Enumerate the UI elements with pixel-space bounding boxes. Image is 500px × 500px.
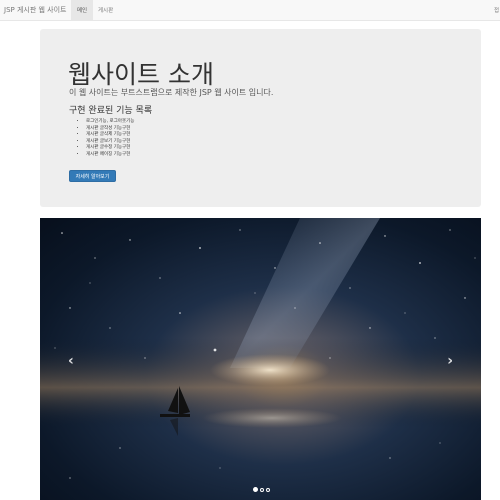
list-item: 게시판 글삭제 기능구현: [86, 132, 134, 139]
image-carousel[interactable]: ‹ ›: [40, 218, 481, 500]
chevron-left-icon[interactable]: ‹: [68, 353, 74, 369]
feature-list: 로그인기능, 로그아웃기능 게시판 글작성 기능구현 게시판 글삭제 기능구현 …: [86, 119, 134, 158]
carousel-indicator[interactable]: [253, 487, 258, 492]
night-sky-sailboat-image: [40, 218, 481, 479]
jumbotron: 웹사이트 소개 이 웹 사이트는 부트스트랩으로 제작한 JSP 웹 사이트 입…: [40, 29, 481, 207]
navbar-brand[interactable]: JSP 게시판 웹 사이트: [4, 5, 66, 15]
features-heading: 구현 완료된 기능 목록: [69, 106, 153, 116]
carousel-indicators: [253, 487, 270, 492]
list-item: 게시판 페이징 기능구현: [86, 152, 134, 159]
carousel-indicator[interactable]: [266, 487, 270, 492]
learn-more-button[interactable]: 자세히 알아보기: [69, 170, 116, 182]
carousel-indicator[interactable]: [260, 487, 264, 492]
nav-item-main[interactable]: 메인: [71, 0, 93, 20]
chevron-right-icon[interactable]: ›: [447, 353, 453, 369]
page-title: 웹사이트 소개: [68, 60, 214, 89]
list-item: 게시판 글수정 기능구현: [86, 145, 134, 152]
nav-item-board[interactable]: 게시판: [98, 0, 113, 20]
navbar: JSP 게시판 웹 사이트 메인 게시판 접: [0, 0, 500, 21]
list-item: 로그인기능, 로그아웃기능: [86, 119, 134, 126]
lead-text: 이 웹 사이트는 부트스트랩으로 제작한 JSP 웹 사이트 입니다.: [69, 88, 274, 97]
nav-dropdown-toggle[interactable]: 접: [494, 6, 499, 14]
